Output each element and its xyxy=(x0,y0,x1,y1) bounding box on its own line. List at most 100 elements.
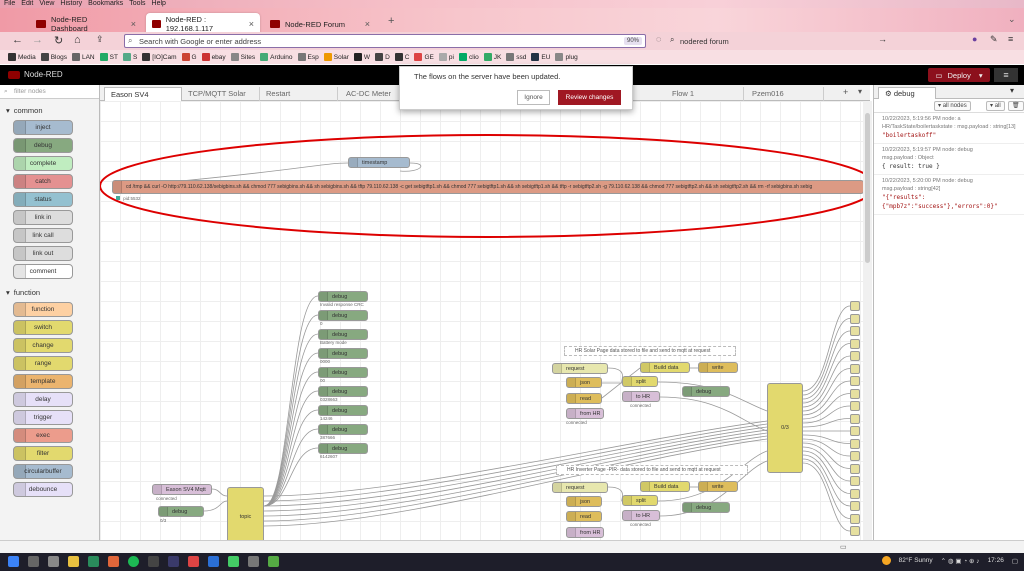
taskbar-app-icon[interactable] xyxy=(248,556,259,567)
debug-node[interactable]: debug xyxy=(318,329,368,340)
chevron-down-icon[interactable]: ▾ xyxy=(979,71,983,80)
spotify-icon[interactable] xyxy=(128,556,139,567)
taskbar-app-icon[interactable] xyxy=(168,556,179,567)
bookmark-item[interactable]: Media xyxy=(8,53,36,61)
tray-icons[interactable]: ⌃ ◍ ▣ ◔ ⊕ ♪ xyxy=(941,557,980,565)
scrollbar-thumb[interactable] xyxy=(865,113,870,263)
output-link-node[interactable] xyxy=(850,388,860,399)
mqtt-out-to-hr-2[interactable]: to HR xyxy=(622,510,660,521)
output-link-node[interactable] xyxy=(850,351,860,361)
menu-tools[interactable]: Tools xyxy=(129,0,145,8)
taskbar-app-icon[interactable] xyxy=(268,556,279,567)
palette-category-common[interactable]: ▾ common xyxy=(0,103,99,117)
menu-view[interactable]: View xyxy=(39,0,54,8)
palette-node-link-out[interactable]: link out xyxy=(13,246,73,261)
palette-category-function[interactable]: ▾ function xyxy=(0,285,99,299)
palette-node-complete[interactable]: complete xyxy=(13,156,73,171)
account-icon[interactable]: ● xyxy=(972,34,977,44)
output-link-node[interactable] xyxy=(850,401,860,411)
bookmark-item[interactable]: [IO]Cam xyxy=(142,53,177,61)
debug-node-inverter[interactable]: debug xyxy=(682,502,730,513)
share-icon[interactable]: ⇪ xyxy=(96,34,104,45)
close-icon[interactable]: × xyxy=(131,19,136,29)
comment-node-inverter[interactable]: HR Inverter Page -PIR- data stored to fi… xyxy=(556,465,748,475)
menu-file[interactable]: File xyxy=(4,0,15,8)
build-data-node[interactable]: Build data xyxy=(640,362,690,373)
new-tab-button[interactable]: + xyxy=(388,15,394,27)
bookmark-item[interactable]: W xyxy=(353,53,370,61)
debug-message-value[interactable]: { result: true } xyxy=(882,162,1020,171)
bookmark-item[interactable]: Solar xyxy=(323,53,349,61)
tab-debug[interactable]: ⚙ debug xyxy=(878,87,936,99)
taskbar-app-icon[interactable] xyxy=(48,556,59,567)
output-link-node[interactable] xyxy=(850,363,860,374)
bookmark-item[interactable]: C xyxy=(394,53,409,61)
zoom-controls-icon[interactable]: ▭ xyxy=(840,543,847,551)
palette-node-exec[interactable]: exec xyxy=(13,428,73,443)
mqtt-in-from-hr[interactable]: from HR xyxy=(566,408,604,419)
debug-filter-select[interactable]: ▾ all nodes xyxy=(934,101,971,111)
debug-node[interactable]: debug xyxy=(318,367,368,378)
json-node[interactable]: json xyxy=(566,377,602,388)
output-link-node[interactable] xyxy=(850,526,860,536)
debug-node[interactable]: debug xyxy=(318,291,368,302)
menu-help[interactable]: Help xyxy=(152,0,166,8)
palette-node-status[interactable]: status xyxy=(13,192,73,207)
output-link-node[interactable] xyxy=(850,463,860,474)
output-link-node[interactable] xyxy=(850,338,860,349)
palette-node-comment[interactable]: comment xyxy=(13,264,73,279)
bookmark-item[interactable]: S xyxy=(122,53,137,61)
debug-message[interactable]: 10/22/2023, 5:20:00 PM node: debug msg.pa… xyxy=(874,175,1024,215)
palette-node-function[interactable]: function xyxy=(13,302,73,317)
palette-node-inject[interactable]: inject xyxy=(13,120,73,135)
main-menu-icon[interactable]: ≡ xyxy=(994,68,1018,82)
deploy-button[interactable]: ▭ Deploy ▾ xyxy=(928,68,990,82)
palette-node-link-in[interactable]: link in xyxy=(13,210,73,225)
tab-flow-1[interactable]: TCP/MQTT Solar xyxy=(182,87,260,101)
switch-node-big[interactable]: 0/3 xyxy=(767,383,803,473)
zoom-level-badge[interactable]: 90% xyxy=(623,37,642,45)
file-read-node-2[interactable]: read xyxy=(566,511,602,522)
taskbar-app-icon[interactable] xyxy=(188,556,199,567)
debug-message[interactable]: 10/22/2023, 5:19:57 PM node: debug msg.pa… xyxy=(874,144,1024,175)
palette-node-link-call[interactable]: link call xyxy=(13,228,73,243)
debug-node-solar[interactable]: debug xyxy=(682,386,730,397)
json-node-2[interactable]: json xyxy=(566,496,602,507)
close-icon[interactable]: × xyxy=(365,19,370,29)
tab-flow-5[interactable]: Pzem016 xyxy=(746,87,824,101)
start-icon[interactable] xyxy=(8,556,19,567)
output-link-node[interactable] xyxy=(850,513,860,524)
mqtt-in-eason[interactable]: Eason SV4 Mqtt xyxy=(152,484,212,495)
taskbar-app-icon[interactable] xyxy=(68,556,79,567)
firefox-icon[interactable] xyxy=(108,556,119,567)
output-link-node[interactable] xyxy=(850,413,860,424)
switch-node-topic[interactable]: topic xyxy=(227,487,264,540)
palette-node-template[interactable]: template xyxy=(13,374,73,389)
output-link-node[interactable] xyxy=(850,501,860,511)
palette-filter-input[interactable]: ⌕ filter nodes xyxy=(0,85,99,99)
split-node-2[interactable]: split xyxy=(622,495,658,506)
forward-arrow-icon[interactable]: → xyxy=(32,34,43,46)
browser-menu-icon[interactable]: ≡ xyxy=(1008,34,1013,44)
sidebar-menu-chevron-icon[interactable]: ▾ xyxy=(1010,86,1014,95)
output-link-node[interactable] xyxy=(850,476,860,486)
menu-history[interactable]: History xyxy=(60,0,82,8)
debug-message-value[interactable]: "boilertaskoff" xyxy=(882,131,1020,140)
tab-flow-4[interactable]: Flow 1 xyxy=(666,87,744,101)
menu-edit[interactable]: Edit xyxy=(21,0,33,8)
bookmark-item[interactable]: Arduino xyxy=(260,53,293,61)
file-write-node-2[interactable]: write xyxy=(698,481,738,492)
debug-node[interactable]: debug xyxy=(318,424,368,435)
url-bar[interactable]: ⌕ Search with Google or enter address 90… xyxy=(124,34,646,48)
bookmark-item[interactable]: D xyxy=(375,53,390,61)
output-link-node[interactable] xyxy=(850,451,860,461)
bookmark-item[interactable]: Sites xyxy=(230,53,255,61)
exec-node[interactable]: cd /tmp && curl -O http://79.110.62.138/… xyxy=(112,180,863,194)
palette-node-circularbuffer[interactable]: circularbuffer xyxy=(13,464,73,479)
mqtt-in-from-hr-2[interactable]: from HR xyxy=(566,527,604,538)
tab-list-chevron-icon[interactable]: ⌄ xyxy=(1008,14,1016,25)
bookmark-item[interactable]: EU xyxy=(531,53,550,61)
palette-node-filter[interactable]: filter xyxy=(13,446,73,461)
clear-debug-button[interactable]: 🗑 xyxy=(1008,101,1024,111)
split-node[interactable]: split xyxy=(622,376,658,387)
